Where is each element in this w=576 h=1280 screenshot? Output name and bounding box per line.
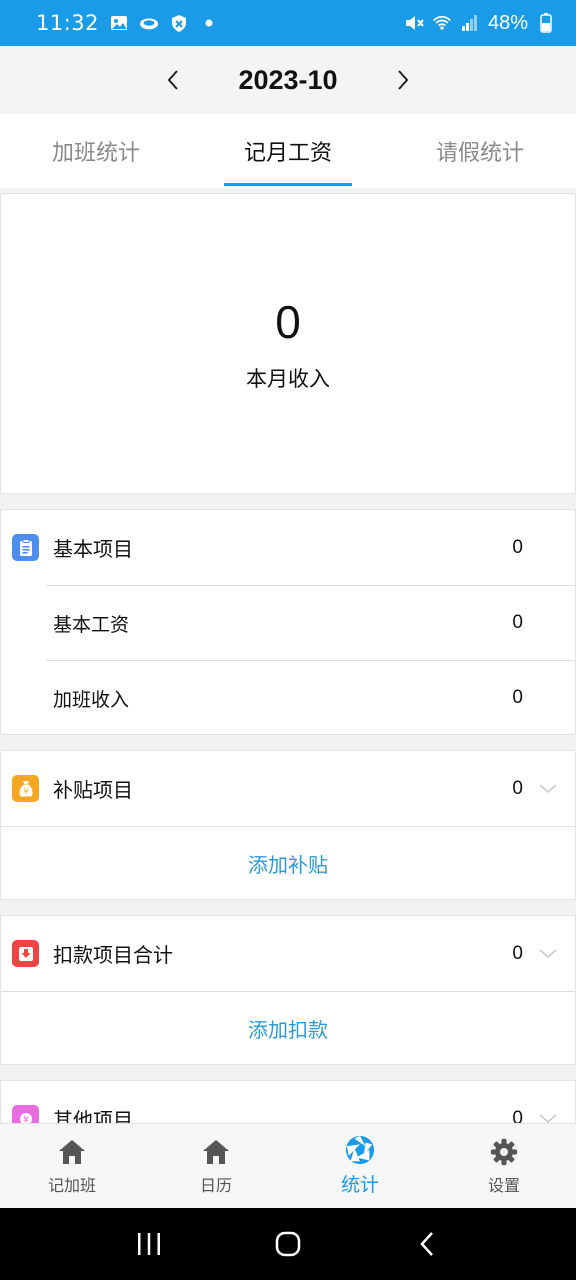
- wifi-icon: [432, 13, 452, 33]
- bottom-navigation: 记加班 日历 统计 设置: [0, 1123, 576, 1208]
- overtime-income-label: 加班收入: [53, 688, 130, 711]
- home-icon: [201, 1137, 231, 1167]
- home-icon: [57, 1137, 87, 1167]
- system-navigation-bar: [0, 1208, 576, 1280]
- subsidy-card: ¥ 补贴项目 0 添加补贴: [0, 750, 576, 900]
- prev-month-button[interactable]: [153, 60, 193, 100]
- cloud-sync-icon: [139, 13, 159, 33]
- add-deduction-button[interactable]: 添加扣款: [1, 991, 575, 1065]
- battery-level: 48%: [487, 11, 528, 34]
- home-button[interactable]: [258, 1214, 318, 1274]
- aperture-icon: [345, 1135, 375, 1165]
- mute-icon: [404, 13, 424, 33]
- home-circle-icon: [275, 1231, 301, 1257]
- money-bag-icon: ¥: [12, 775, 39, 802]
- chevron-down-icon[interactable]: [538, 944, 558, 964]
- subsidy-label: 补贴项目: [53, 778, 133, 802]
- nav-record-overtime-label: 记加班: [47, 1175, 96, 1195]
- notification-dot-icon: [199, 13, 219, 33]
- recent-apps-button[interactable]: [119, 1214, 179, 1274]
- clipboard-icon: [12, 534, 39, 561]
- add-subsidy-button[interactable]: 添加补贴: [1, 826, 575, 900]
- nav-calendar-label: 日历: [199, 1175, 232, 1195]
- svg-text:¥: ¥: [23, 787, 28, 796]
- tab-bar: 加班统计 记月工资 请假统计: [0, 114, 576, 188]
- status-bar: 11:32 48%: [0, 0, 576, 46]
- month-selector: 2023-10: [0, 46, 576, 114]
- gallery-icon: [109, 13, 129, 33]
- nav-settings[interactable]: 设置: [432, 1124, 576, 1208]
- signal-icon: [460, 13, 480, 33]
- income-label: 本月收入: [246, 366, 330, 391]
- nav-statistics-label: 统计: [340, 1174, 379, 1196]
- deduction-label: 扣款项目合计: [53, 943, 173, 967]
- basic-items-label: 基本项目: [53, 537, 133, 561]
- next-month-button[interactable]: [383, 60, 423, 100]
- chevron-right-icon: [398, 70, 409, 90]
- tab-leave-stats[interactable]: 请假统计: [384, 114, 576, 188]
- overtime-income-value: 0: [512, 687, 523, 708]
- chevron-down-icon[interactable]: [538, 779, 558, 799]
- income-summary-card: 0 本月收入: [0, 193, 576, 494]
- shield-icon: [169, 13, 189, 33]
- tab-overtime-stats[interactable]: 加班统计: [0, 114, 192, 188]
- tab-monthly-salary[interactable]: 记月工资: [192, 114, 384, 188]
- nav-calendar[interactable]: 日历: [144, 1124, 288, 1208]
- nav-settings-label: 设置: [487, 1175, 520, 1195]
- income-value: 0: [275, 295, 301, 348]
- battery-icon: [536, 13, 556, 33]
- nav-statistics[interactable]: 统计: [288, 1124, 432, 1208]
- month-title: 2023-10: [238, 64, 338, 95]
- nav-record-overtime[interactable]: 记加班: [0, 1124, 144, 1208]
- recent-apps-icon: [138, 1233, 161, 1255]
- status-time: 11:32: [36, 11, 100, 35]
- basic-salary-value: 0: [512, 612, 523, 633]
- basic-salary-row[interactable]: 基本工资 0: [46, 585, 575, 660]
- gear-icon: [489, 1137, 519, 1167]
- back-icon: [419, 1232, 433, 1256]
- basic-items-header: 基本项目 0: [1, 510, 575, 585]
- back-button[interactable]: [397, 1214, 457, 1274]
- chevron-left-icon: [167, 70, 178, 90]
- deduction-value: 0: [512, 942, 523, 964]
- deduction-header[interactable]: 扣款项目合计 0: [1, 916, 575, 991]
- deduction-card: 扣款项目合计 0 添加扣款: [0, 915, 576, 1065]
- basic-salary-label: 基本工资: [53, 613, 130, 636]
- subsidy-header[interactable]: ¥ 补贴项目 0: [1, 751, 575, 826]
- overtime-income-row[interactable]: 加班收入 0: [46, 660, 575, 735]
- basic-items-card: 基本项目 0 基本工资 0 加班收入 0: [0, 509, 576, 735]
- subsidy-value: 0: [512, 777, 523, 799]
- basic-items-value: 0: [512, 536, 523, 558]
- download-arrow-icon: [12, 940, 39, 967]
